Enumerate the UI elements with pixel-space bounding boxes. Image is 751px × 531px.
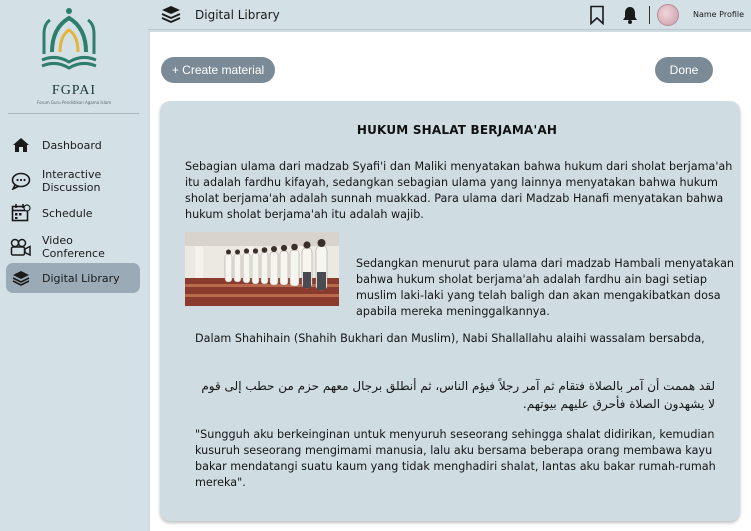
article-paragraph: Sedangkan menurut para ulama dari madzab…	[356, 257, 735, 318]
library-icon	[161, 6, 181, 23]
article-paragraph: Sebagian ulama dari madzab Syafi'i dan M…	[185, 160, 733, 221]
video-icon	[10, 236, 32, 258]
sidebar-item-label: Interactive Discussion	[42, 168, 102, 194]
bell-icon[interactable]	[622, 6, 638, 24]
brand-name: FGPAI	[51, 83, 97, 98]
book-icon	[10, 267, 32, 289]
article-paragraph: Dalam Shahihain (Shahih Bukhari dan Musl…	[195, 332, 705, 345]
sidebar: FGPAI Forum Guru Pendidikan Agama Islam …	[0, 0, 148, 531]
sidebar-item-label: Digital Library	[42, 271, 120, 285]
sidebar-item-dashboard[interactable]: Dashboard	[6, 133, 140, 157]
mosque-logo-icon	[41, 8, 97, 70]
article-title: HUKUM SHALAT BERJAMA'AH	[356, 123, 558, 137]
article-card: HUKUM SHALAT BERJAMA'AH Sebagian ulama d…	[160, 101, 740, 521]
sidebar-item-digital-library[interactable]: Digital Library	[6, 263, 140, 293]
sidebar-item-label: Schedule	[42, 206, 93, 220]
calendar-icon	[10, 202, 32, 224]
bookmark-icon[interactable]	[589, 5, 605, 25]
sidebar-divider	[8, 113, 139, 114]
profile-name[interactable]: Name Profile	[693, 10, 744, 19]
done-button[interactable]: Done	[655, 57, 713, 83]
avatar[interactable]	[657, 4, 679, 26]
sidebar-item-video-conference[interactable]: Video Conference	[6, 232, 140, 262]
main-content: + Create material Done HUKUM SHALAT BERJ…	[150, 32, 751, 531]
sidebar-item-interactive-discussion[interactable]: Interactive Discussion	[6, 166, 140, 196]
hadith-arabic-text: لقد هممت أن آمر بالصلاة فتقام ثم آمر رجل…	[201, 379, 715, 411]
page-title: Digital Library	[195, 8, 280, 22]
sidebar-item-schedule[interactable]: Schedule	[6, 201, 140, 225]
home-icon	[10, 134, 32, 156]
brand-subtitle: Forum Guru Pendidikan Agama Islam	[36, 100, 112, 105]
top-bar: Digital Library Name Profile	[148, 0, 751, 30]
create-material-button[interactable]: + Create material	[161, 57, 275, 83]
top-divider	[649, 6, 650, 24]
sidebar-item-label: Dashboard	[42, 138, 102, 152]
chat-icon	[10, 170, 32, 192]
congregation-prayer-image	[185, 232, 339, 306]
sidebar-item-label: Video Conference	[42, 234, 105, 260]
hadith-translation: "Sungguh aku berkeinginan untuk menyuruh…	[195, 428, 716, 489]
